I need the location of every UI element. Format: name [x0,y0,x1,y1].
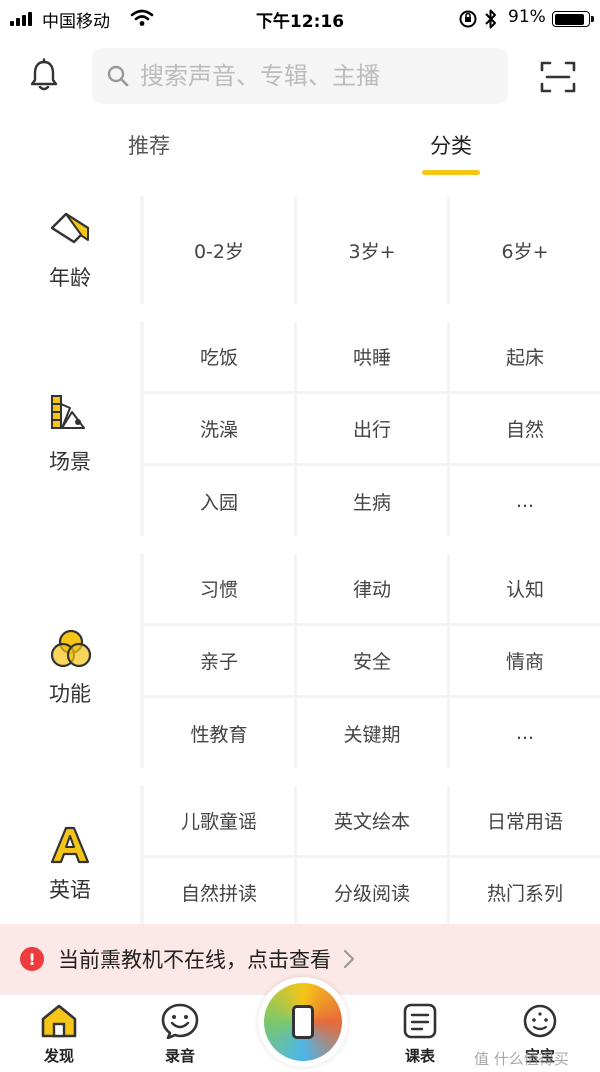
tab-category[interactable]: 分类 [430,130,472,160]
category-item[interactable]: 关键期 [297,698,447,768]
rotation-lock-icon [459,10,477,28]
venn-circles-icon [50,629,92,668]
category-header-english[interactable]: 英语 [0,786,140,926]
category-item[interactable]: 自然拼读 [144,858,294,926]
tab-bar: 推荐 分类 [0,118,600,176]
category-item[interactable]: 日常用语 [450,786,600,855]
category-item[interactable]: 0-2岁 [144,196,294,304]
nav-record[interactable]: 录音 [140,1003,220,1066]
category-item[interactable]: 起床 [450,322,600,391]
category-label: 年龄 [49,266,91,290]
category-label: 功能 [49,682,91,706]
bluetooth-icon [485,9,496,29]
category-item-more[interactable]: ... [450,466,600,536]
alert-icon: ! [20,947,44,971]
category-item[interactable]: 哄睡 [297,322,447,391]
category-label: 场景 [49,450,91,474]
category-label: 英语 [49,878,91,902]
category-item[interactable]: 洗澡 [144,394,294,463]
status-bar: 中国移动 下午12:16 91% [0,0,600,38]
bell-icon[interactable] [28,58,60,94]
nav-schedule[interactable]: 课表 [380,1003,460,1066]
tab-recommend[interactable]: 推荐 [128,130,170,160]
chevron-right-icon [343,949,355,969]
category-item[interactable]: 分级阅读 [297,858,447,926]
device-center-icon [264,983,342,1061]
category-item[interactable]: 3岁+ [297,196,447,304]
search-bar[interactable] [92,48,508,104]
category-item[interactable]: 热门系列 [450,858,600,926]
category-item[interactable]: 性教育 [144,698,294,768]
category-item[interactable]: 亲子 [144,626,294,695]
nav-discover[interactable]: 发现 [19,1003,99,1066]
paint-bucket-icon [50,212,90,244]
category-item[interactable]: 自然 [450,394,600,463]
category-block-age: 年龄 0-2岁 3岁+ 6岁+ [0,196,600,304]
category-header-scene[interactable]: 场景 [0,322,140,536]
active-tab-indicator [422,170,480,175]
device-center-button[interactable] [258,977,348,1067]
scan-icon[interactable] [540,60,576,94]
battery-icon [552,11,594,27]
category-block-function: 功能 习惯 律动 认知 亲子 安全 情商 性教育 关键期 ... [0,554,600,768]
nav-label: 课表 [404,1047,435,1065]
search-icon [107,65,129,87]
category-item[interactable]: 情商 [450,626,600,695]
category-item[interactable]: 6岁+ [450,196,600,304]
palette-icon [51,395,85,429]
category-item[interactable]: 安全 [297,626,447,695]
category-item[interactable]: 英文绘本 [297,786,447,855]
schedule-icon [403,1003,437,1039]
battery-percent: 91% [508,7,546,27]
search-input[interactable] [140,62,480,90]
banner-text: 当前熏教机不在线，点击查看 [58,948,331,972]
nav-label: 录音 [164,1047,195,1065]
category-item[interactable]: 律动 [297,554,447,623]
category-header-function[interactable]: 功能 [0,554,140,768]
category-item[interactable]: 入园 [144,466,294,536]
category-item[interactable]: 生病 [297,466,447,536]
nav-label: 发现 [43,1047,74,1065]
category-item[interactable]: 习惯 [144,554,294,623]
category-item[interactable]: 吃饭 [144,322,294,391]
category-item-more[interactable]: ... [450,698,600,768]
category-item[interactable]: 儿歌童谣 [144,786,294,855]
letter-a-icon [50,826,90,864]
smile-chat-icon [161,1003,199,1040]
watermark: 值 什么值得买 [474,1050,569,1068]
category-block-scene: 场景 吃饭 哄睡 起床 洗澡 出行 自然 入园 生病 ... [0,322,600,536]
category-header-age[interactable]: 年龄 [0,196,140,304]
category-item[interactable]: 出行 [297,394,447,463]
baby-face-icon [523,1004,557,1038]
category-item[interactable]: 认知 [450,554,600,623]
category-block-english: 英语 儿歌童谣 英文绘本 日常用语 自然拼读 分级阅读 热门系列 [0,786,600,926]
home-icon [41,1004,77,1038]
